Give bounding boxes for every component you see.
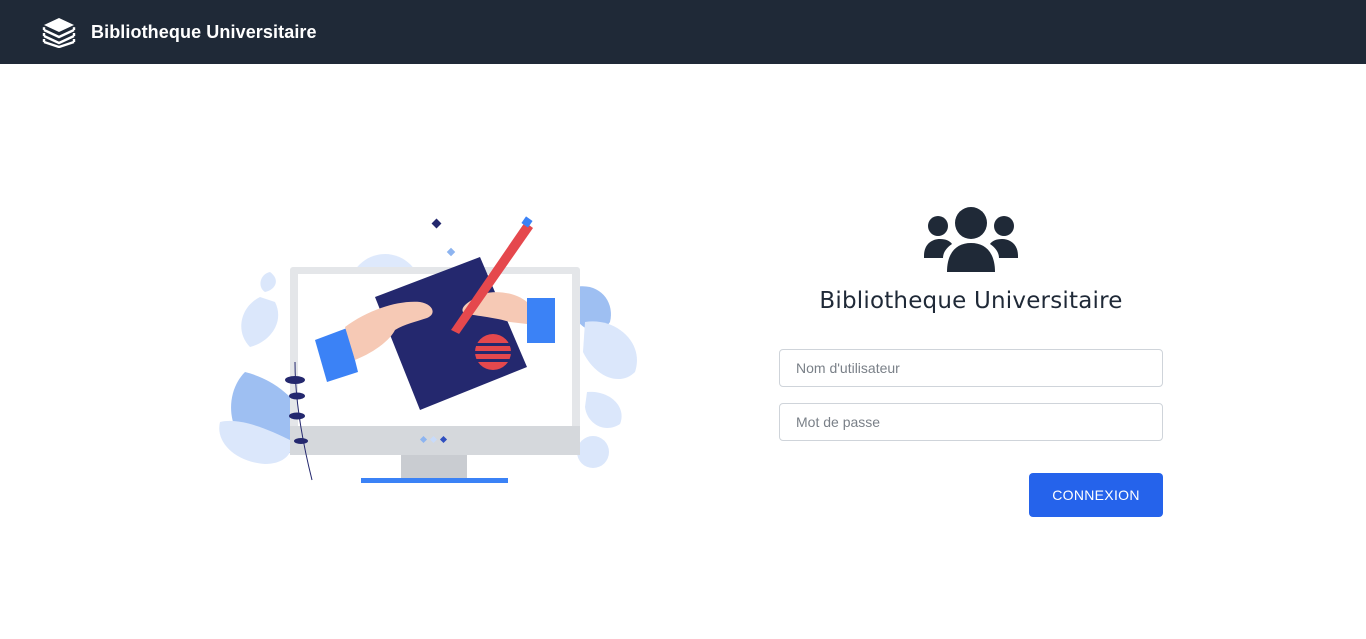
login-button[interactable]: CONNEXION [1029, 473, 1163, 517]
computer-signing-illustration [219, 216, 637, 483]
password-input[interactable] [779, 403, 1163, 441]
username-input[interactable] [779, 349, 1163, 387]
users-icon [924, 207, 1018, 272]
brand-link[interactable]: Bibliotheque Universitaire [42, 16, 317, 48]
stacked-books-icon [42, 18, 76, 48]
login-title: Bibliotheque Universitaire [819, 288, 1123, 314]
top-navbar: Bibliotheque Universitaire [0, 0, 1366, 64]
brand-title: Bibliotheque Universitaire [91, 21, 317, 42]
